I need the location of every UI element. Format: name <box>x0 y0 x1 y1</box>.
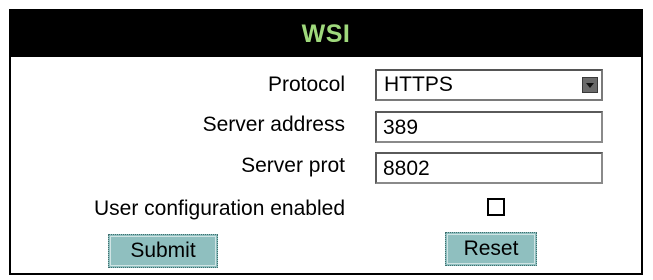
wsi-settings-panel: WSI Protocol HTTPS Server address Server… <box>9 9 643 275</box>
server-address-label: Server address <box>202 113 345 136</box>
server-address-input[interactable] <box>375 111 603 143</box>
user-configuration-checkbox[interactable] <box>487 198 505 216</box>
protocol-label: Protocol <box>267 73 345 96</box>
reset-button[interactable]: Reset <box>445 232 537 266</box>
protocol-select[interactable]: HTTPS <box>375 69 603 101</box>
server-port-input[interactable] <box>375 152 603 184</box>
submit-button[interactable]: Submit <box>108 234 218 268</box>
panel-title: WSI <box>11 11 641 57</box>
server-port-label: Server prot <box>241 154 345 177</box>
chevron-down-icon[interactable] <box>582 77 598 93</box>
user-configuration-label: User configuration enabled <box>94 197 345 220</box>
protocol-selected-value: HTTPS <box>384 73 453 96</box>
